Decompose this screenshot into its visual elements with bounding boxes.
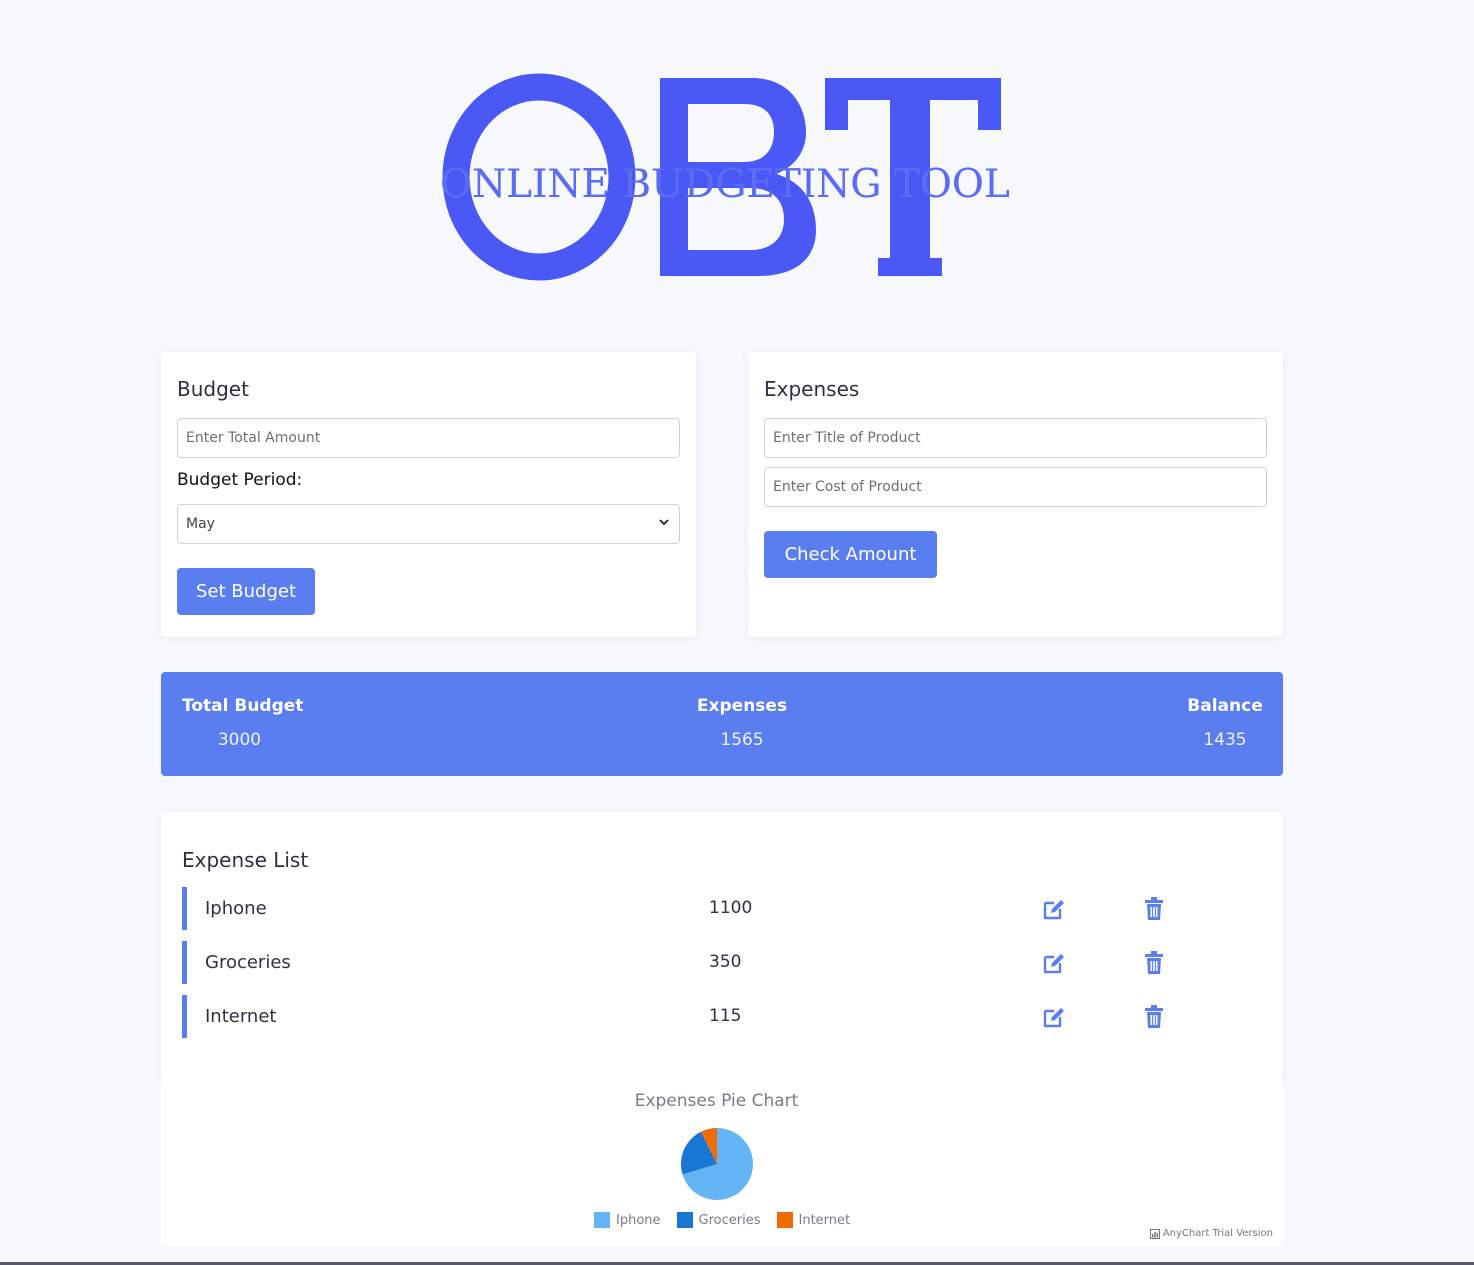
legend-label: Iphone: [616, 1212, 661, 1228]
product-cost-placeholder: Enter Cost of Product: [773, 479, 922, 495]
expense-amount: 115: [709, 1006, 742, 1026]
legend-item-internet[interactable]: Internet: [776, 1212, 851, 1228]
expense-amount: 1100: [709, 898, 753, 918]
chevron-down-icon: [659, 519, 669, 526]
total-amount-placeholder: Enter Total Amount: [186, 430, 321, 446]
budget-period-value: May: [186, 516, 215, 532]
legend-item-groceries[interactable]: Groceries: [676, 1212, 761, 1228]
list-item: Iphone 1100: [182, 887, 1222, 930]
total-budget-block: Total Budget 3000: [182, 696, 304, 750]
balance-value: 1435: [1203, 730, 1247, 750]
expenses-heading: Expenses: [764, 377, 860, 401]
edit-icon[interactable]: [1042, 1005, 1066, 1029]
chart-legend: Iphone Groceries Internet: [594, 1212, 850, 1228]
anychart-credit[interactable]: AnyChart Trial Version: [1149, 1228, 1273, 1239]
set-budget-button[interactable]: Set Budget: [177, 568, 315, 615]
product-title-input[interactable]: Enter Title of Product: [764, 418, 1267, 458]
obt-logo: ONLINE BUDGETING TOOL: [440, 70, 1010, 290]
list-item: Internet 115: [182, 995, 1222, 1038]
list-item-marker: [182, 887, 187, 930]
chart-title: Expenses Pie Chart: [634, 1091, 799, 1111]
product-title-placeholder: Enter Title of Product: [773, 430, 921, 446]
list-item-marker: [182, 941, 187, 984]
total-budget-label: Total Budget: [182, 696, 304, 716]
edit-icon[interactable]: [1042, 897, 1066, 921]
total-budget-value: 3000: [217, 730, 262, 750]
budget-period-label: Budget Period:: [177, 470, 303, 490]
expense-list-heading: Expense List: [182, 848, 309, 872]
budget-heading: Budget: [177, 377, 249, 401]
product-cost-input[interactable]: Enter Cost of Product: [764, 467, 1267, 507]
expenses-total-value: 1565: [720, 730, 764, 750]
trash-icon[interactable]: [1144, 1005, 1164, 1029]
expenses-total-block: Expenses 1565: [682, 696, 802, 750]
legend-swatch: [676, 1212, 693, 1228]
trash-icon[interactable]: [1144, 897, 1164, 921]
credit-text: AnyChart Trial Version: [1162, 1228, 1273, 1239]
budget-period-select[interactable]: May: [177, 504, 680, 544]
legend-swatch: [776, 1212, 793, 1228]
expense-title: Internet: [205, 1006, 277, 1027]
list-item: Groceries 350: [182, 941, 1222, 984]
total-amount-input[interactable]: Enter Total Amount: [177, 418, 680, 458]
balance-label: Balance: [1187, 696, 1263, 716]
expense-list-card: Expense List Iphone 1100 Groceries 350 I…: [161, 812, 1283, 1080]
legend-swatch: [594, 1212, 610, 1228]
expense-title: Iphone: [205, 898, 267, 919]
legend-label: Internet: [798, 1212, 851, 1228]
expenses-pie-chart: Expenses Pie Chart Iphone Groceries Intern…: [161, 1080, 1283, 1246]
list-item-marker: [182, 995, 187, 1038]
legend-label: Groceries: [698, 1212, 761, 1228]
expenses-card: Expenses Enter Title of Product Enter Co…: [748, 352, 1283, 637]
check-amount-button[interactable]: Check Amount: [764, 531, 937, 578]
budget-card: Budget Enter Total Amount Budget Period:…: [161, 352, 696, 637]
balance-block: Balance 1435: [1177, 696, 1273, 750]
logo-tagline: ONLINE BUDGETING TOOL: [440, 162, 1010, 207]
summary-bar: Total Budget 3000 Expenses 1565 Balance …: [161, 672, 1283, 776]
pie-chart-svg: [681, 1128, 753, 1200]
expenses-total-label: Expenses: [696, 696, 788, 716]
expense-title: Groceries: [205, 952, 291, 973]
chart-logo-icon: [1149, 1228, 1160, 1239]
expense-amount: 350: [709, 952, 742, 972]
edit-icon[interactable]: [1042, 951, 1066, 975]
trash-icon[interactable]: [1144, 951, 1164, 975]
legend-item-iphone[interactable]: Iphone: [594, 1212, 661, 1228]
